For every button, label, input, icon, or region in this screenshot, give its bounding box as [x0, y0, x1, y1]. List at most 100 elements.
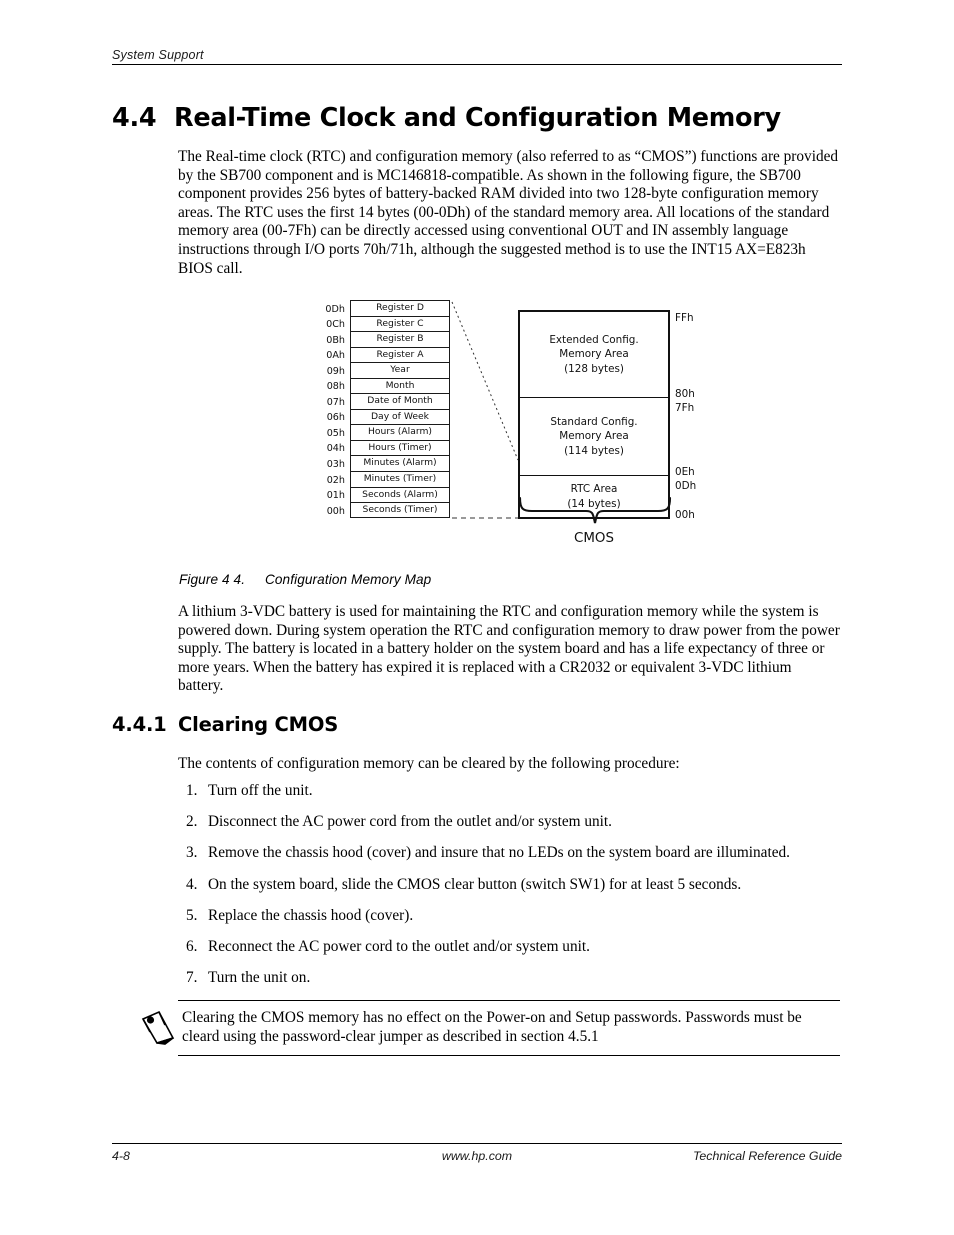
running-head-text: System Support — [112, 48, 204, 62]
register-name: Seconds (Alarm) — [362, 488, 438, 500]
list-item-marker: 2. — [186, 813, 198, 831]
register-address: 01h — [326, 490, 345, 502]
table-row: 04h Hours (Timer) — [327, 439, 450, 456]
table-row: 06h Day of Week — [327, 408, 450, 425]
register-name: Register B — [376, 333, 424, 345]
table-row: 0Ch Register C — [326, 315, 450, 332]
list-item-text: Replace the chassis hood (cover). — [208, 906, 414, 924]
list-item-text: Turn off the unit. — [208, 782, 313, 799]
register-name: Register C — [376, 317, 424, 329]
register-name: Day of Week — [370, 410, 429, 422]
list-item: 1. Turn off the unit. — [186, 782, 846, 801]
rtc-register-table: 0Dh Register D 0Ch Register C 0Bh Regist… — [325, 300, 450, 518]
note-bottom-rule — [178, 1055, 840, 1057]
list-item-text: Disconnect the AC power cord from the ou… — [208, 813, 613, 831]
area-line-1: RTC Area — [570, 483, 618, 496]
register-address: 00h — [326, 505, 345, 517]
table-row: 01h Seconds (Alarm) — [327, 486, 450, 503]
cmos-memory-block: Extended Config. Memory Area (128 bytes)… — [518, 310, 670, 519]
list-item: 4. On the system board, slide the CMOS c… — [186, 876, 846, 895]
section-heading: 4.4 Real-Time Clock and Configuration Me… — [112, 103, 781, 133]
register-name: Month — [385, 379, 415, 391]
register-address: 08h — [326, 381, 345, 393]
cmos-brace-icon — [518, 496, 672, 524]
extended-config-memory-area: Extended Config. Memory Area (128 bytes) — [520, 312, 668, 398]
address-tick-ffh: FFh — [675, 312, 694, 324]
register-address: 0Ah — [326, 350, 345, 362]
header-rule — [112, 64, 842, 65]
address-tick-00h: 00h — [675, 509, 695, 521]
pencil-icon — [141, 1010, 175, 1045]
register-address: 05h — [326, 427, 345, 439]
running-header: System Support — [112, 48, 842, 65]
page-footer: 4-8 www.hp.com Technical Reference Guide — [112, 1143, 842, 1163]
register-name: Seconds (Timer) — [362, 504, 438, 516]
figure-caption: Figure 4 4. Configuration Memory Map — [179, 572, 431, 587]
register-name: Minutes (Timer) — [363, 473, 437, 485]
table-row: 05h Hours (Alarm) — [327, 424, 450, 440]
cmos-bracket-label: CMOS — [574, 531, 614, 546]
list-item: 7. Turn the unit on. — [186, 969, 846, 988]
table-row: 09h Year — [327, 362, 450, 378]
subsection-heading: 4.4.1 Clearing CMOS — [112, 713, 338, 736]
table-row: 08h Month — [327, 377, 450, 394]
list-item: 2. Disconnect the AC power cord from the… — [186, 813, 846, 832]
list-item-marker: 4. — [186, 875, 198, 893]
address-tick-0dh: 0Dh — [675, 480, 697, 492]
address-tick-0eh: 0Eh — [675, 466, 695, 478]
table-row: 03h Minutes (Alarm) — [327, 455, 450, 472]
register-name: Register D — [376, 302, 424, 313]
clearing-cmos-procedure-list: 1. Turn off the unit. 2. Disconnect the … — [186, 782, 846, 1000]
section-title: Real-Time Clock and Configuration Memory — [174, 103, 781, 133]
register-address: 0Ch — [326, 319, 345, 331]
list-item-marker: 3. — [186, 844, 198, 862]
register-name: Year — [390, 364, 410, 376]
table-row: 0Dh Register D — [325, 300, 450, 316]
area-line-2: Memory Area — [559, 348, 629, 361]
table-row: 0Ah Register A — [326, 346, 450, 363]
subsection-number: 4.4.1 — [112, 713, 167, 736]
area-line-1: Standard Config. — [550, 416, 638, 429]
address-tick-7fh: 7Fh — [675, 402, 695, 414]
figure-caption-label: Figure 4 4. — [179, 572, 246, 587]
list-item-marker: 6. — [186, 937, 198, 955]
list-item: 5. Replace the chassis hood (cover). — [186, 907, 846, 926]
section-number: 4.4 — [112, 103, 157, 133]
register-address: 07h — [326, 396, 345, 408]
list-item-marker: 7. — [186, 969, 198, 987]
address-tick-80h: 80h — [675, 388, 695, 400]
register-address: 03h — [326, 458, 345, 470]
area-line-2: Memory Area — [559, 430, 629, 443]
register-address: 02h — [326, 474, 345, 486]
list-item-marker: 5. — [186, 906, 198, 924]
subsection-title: Clearing CMOS — [178, 713, 339, 736]
area-line-3: (128 bytes) — [564, 362, 624, 375]
list-item: 3. Remove the chassis hood (cover) and i… — [186, 844, 846, 863]
register-address: 0Bh — [326, 334, 345, 346]
register-name: Hours (Timer) — [368, 441, 432, 453]
note-text: Clearing the CMOS memory has no effect o… — [182, 1009, 802, 1045]
area-line-3: (114 bytes) — [564, 444, 624, 457]
footer-url: www.hp.com — [441, 1149, 513, 1163]
register-name: Register A — [376, 348, 424, 360]
table-row: 0Bh Register B — [326, 331, 450, 347]
configuration-memory-map-figure: 0Dh Register D 0Ch Register C 0Bh Regist… — [300, 290, 720, 570]
register-address: 0Dh — [325, 303, 345, 315]
list-item-marker: 1. — [186, 782, 198, 799]
register-address: 06h — [326, 412, 345, 424]
table-row: 02h Minutes (Timer) — [327, 471, 450, 487]
list-item-text: Turn the unit on. — [208, 969, 311, 987]
area-line-1: Extended Config. — [549, 334, 639, 347]
standard-config-memory-area: Standard Config. Memory Area (114 bytes) — [520, 398, 668, 476]
table-row: 07h Date of Month — [327, 393, 450, 409]
list-item-text: Reconnect the AC power cord to the outle… — [208, 937, 590, 955]
list-item-text: On the system board, slide the CMOS clea… — [208, 875, 742, 893]
register-name: Minutes (Alarm) — [363, 457, 437, 469]
register-name: Hours (Alarm) — [367, 426, 433, 438]
procedure-intro-paragraph: The contents of configuration memory can… — [178, 755, 680, 772]
register-address: 09h — [326, 365, 345, 377]
register-name: Date of Month — [367, 395, 433, 407]
figure-caption-text: Configuration Memory Map — [264, 572, 432, 587]
intro-paragraph: The Real-time clock (RTC) and configurat… — [178, 148, 839, 277]
table-row: 00h Seconds (Timer) — [327, 502, 450, 518]
